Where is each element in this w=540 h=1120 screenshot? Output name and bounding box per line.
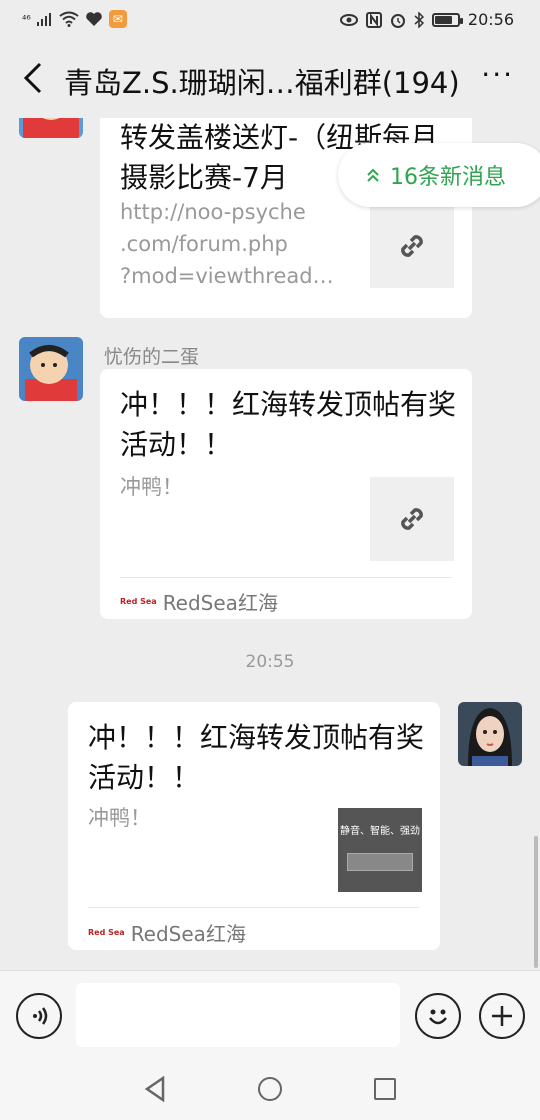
- battery-icon: [431, 12, 463, 27]
- nfc-icon: [365, 11, 382, 28]
- card-description: 冲鸭！: [120, 475, 183, 499]
- link-card[interactable]: 冲！！！红海转发顶帖有奖活动！！ 冲鸭！ 静音、智能、强劲 Red Sea Re…: [68, 702, 440, 950]
- chat-header: 青岛Z.S.珊瑚闲…福利群(194) ···: [0, 40, 540, 118]
- link-card[interactable]: 冲！！！红海转发顶帖有奖活动！！ 冲鸭！ Red Sea RedSea红海: [100, 369, 472, 619]
- more-icon[interactable]: ···: [481, 58, 514, 91]
- product-image: [347, 853, 413, 871]
- double-chevron-up-icon: [367, 168, 379, 182]
- message-timestamp: 20:55: [245, 652, 295, 672]
- scrollbar[interactable]: [534, 836, 538, 968]
- more-actions-button[interactable]: [479, 993, 525, 1039]
- clock: 20:56: [467, 10, 514, 29]
- input-bar: [0, 970, 540, 1060]
- card-title: 冲！！！红海转发顶帖有奖活动！！: [88, 721, 425, 794]
- source-name: RedSea红海: [130, 922, 246, 946]
- cartoon-avatar-icon: [19, 337, 83, 401]
- card-description: http://noo-psyche .com/forum.php ?mod=vi…: [120, 200, 334, 288]
- signal-indicator: ⁴⁶: [22, 12, 31, 26]
- heart-icon: [86, 12, 102, 26]
- card-divider: [120, 577, 452, 578]
- eye-icon: [339, 13, 358, 26]
- wifi-icon: [59, 11, 79, 27]
- nav-recents-icon[interactable]: [374, 1078, 396, 1100]
- status-bar: ⁴⁶ ✉ 20:56: [0, 0, 540, 40]
- portrait-avatar-icon: [458, 702, 522, 766]
- system-nav-bar: [0, 1060, 540, 1120]
- smiley-icon: [429, 1009, 447, 1025]
- cartoon-avatar-icon: [19, 118, 83, 138]
- nav-back-icon[interactable]: [143, 1076, 167, 1102]
- card-description: 冲鸭！: [88, 806, 151, 830]
- chat-title: 青岛Z.S.珊瑚闲…福利群(194): [64, 66, 460, 100]
- sender-name: 忧伤的二蛋: [104, 346, 200, 368]
- card-title: 冲！！！红海转发顶帖有奖活动！！: [120, 388, 457, 461]
- link-icon: [401, 508, 423, 530]
- message-input[interactable]: [76, 983, 400, 1047]
- source-name: RedSea红海: [162, 591, 278, 615]
- nav-home-icon[interactable]: [258, 1077, 282, 1101]
- bluetooth-icon: [414, 11, 424, 28]
- avatar[interactable]: [19, 118, 83, 138]
- back-arrow-icon[interactable]: [16, 58, 52, 98]
- voice-input-button[interactable]: [16, 993, 62, 1039]
- source-label: Red Sea RedSea红海: [120, 587, 278, 616]
- link-icon: [401, 235, 423, 257]
- source-logo: Red Sea: [88, 928, 125, 937]
- signal-icon: [36, 13, 51, 26]
- own-avatar[interactable]: [458, 702, 522, 766]
- chat-area[interactable]: 转发盖楼送灯-（纽斯每月摄影比赛-7月 http://noo-psyche .c…: [0, 118, 540, 970]
- emoji-button[interactable]: [415, 993, 461, 1039]
- new-messages-label: 16条新消息: [390, 165, 506, 190]
- plus-icon: [492, 1006, 512, 1026]
- new-messages-button[interactable]: 16条新消息: [338, 143, 540, 207]
- thumbnail-caption: 静音、智能、强劲: [340, 826, 420, 837]
- link-thumbnail: [370, 477, 454, 561]
- voice-icon: [33, 1007, 48, 1025]
- link-thumbnail: [370, 204, 454, 288]
- avatar[interactable]: [19, 337, 83, 401]
- card-divider: [88, 907, 420, 908]
- source-logo: Red Sea: [120, 597, 157, 606]
- alarm-icon: [390, 13, 405, 28]
- link-thumbnail: 静音、智能、强劲: [338, 808, 422, 892]
- source-label: Red Sea RedSea红海: [88, 918, 246, 947]
- app-notification-icon: ✉: [108, 10, 127, 28]
